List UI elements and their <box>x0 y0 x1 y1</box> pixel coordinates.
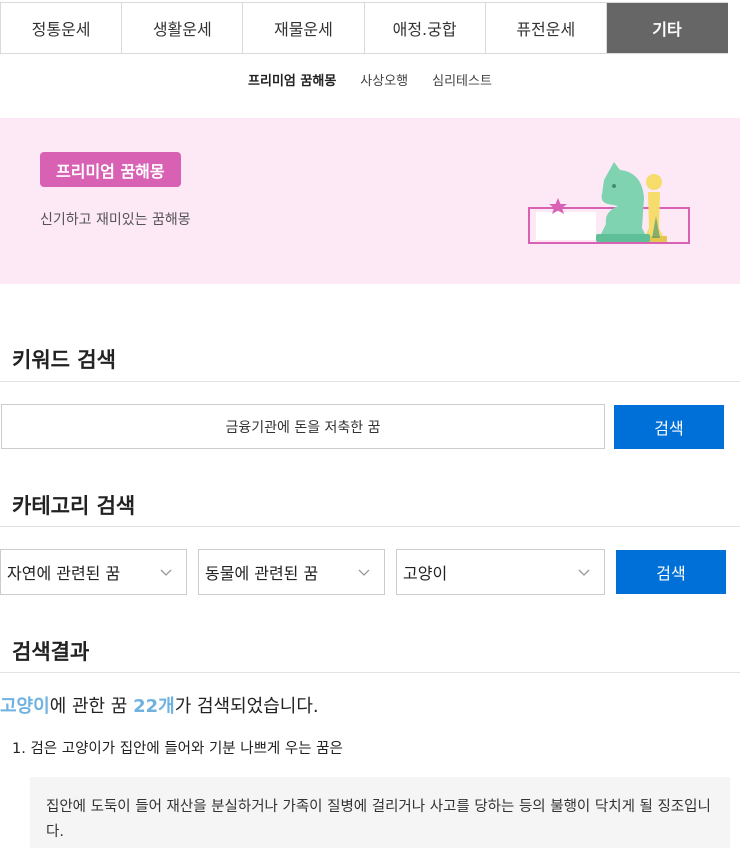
sub-nav: 프리미엄 꿈해몽 사상오행 심리테스트 <box>0 70 740 89</box>
tab-jaemul[interactable]: 재물운세 <box>243 3 365 53</box>
category-select-2-value: 동물에 관련된 꿈 <box>205 564 319 583</box>
category-select-1-value: 자연에 관련된 꿈 <box>7 564 121 583</box>
subnav-psych-test[interactable]: 심리테스트 <box>432 70 492 89</box>
subnav-premium-dream[interactable]: 프리미엄 꿈해몽 <box>248 70 336 89</box>
banner-description: 신기하고 재미있는 꿈해몽 <box>40 212 191 228</box>
chevron-down-icon <box>160 569 172 576</box>
category-select-1[interactable]: 자연에 관련된 꿈 <box>0 549 187 595</box>
tab-jeongtong[interactable]: 정통운세 <box>1 3 123 53</box>
category-select-2[interactable]: 동물에 관련된 꿈 <box>198 549 385 595</box>
section-divider <box>0 672 740 673</box>
result-item-title[interactable]: 1. 검은 고양이가 집안에 들어와 기분 나쁘게 우는 꿈은 <box>12 737 343 758</box>
section-divider <box>0 526 740 527</box>
result-summary: 고양이에 관한 꿈 22개가 검색되었습니다. <box>0 696 319 717</box>
tab-fusion[interactable]: 퓨전운세 <box>485 3 607 53</box>
subnav-sasang[interactable]: 사상오행 <box>360 70 408 89</box>
category-select-3[interactable]: 고양이 <box>396 549 605 595</box>
chevron-down-icon <box>578 569 590 576</box>
top-tab-bar: 정통운세 생활운세 재물운세 애정.궁합 퓨전운세 기타 <box>0 2 729 54</box>
chevron-down-icon <box>358 569 370 576</box>
result-count: 22개 <box>133 696 175 717</box>
result-keyword: 고양이 <box>0 696 50 717</box>
result-item-description: 집안에 도둑이 들어 재산을 분실하거나 가족이 질병에 걸리거나 사고를 당하… <box>30 777 730 848</box>
chess-pieces-illustration <box>528 162 690 244</box>
star-icon <box>549 198 567 214</box>
hero-banner: 프리미엄 꿈해몽 신기하고 재미있는 꿈해몽 <box>0 118 740 284</box>
category-search-title: 카테고리 검색 <box>2 490 170 522</box>
keyword-search-button[interactable]: 검색 <box>614 405 724 449</box>
tab-aejeong[interactable]: 애정.궁합 <box>364 3 486 53</box>
keyword-search-title: 키워드 검색 <box>2 344 146 376</box>
section-divider <box>0 381 740 382</box>
results-title: 검색결과 <box>2 636 118 668</box>
tab-saenghwal[interactable]: 생활운세 <box>122 3 244 53</box>
keyword-search-input[interactable]: 금융기관에 돈을 저축한 꿈 <box>1 404 605 449</box>
category-select-3-value: 고양이 <box>403 564 448 583</box>
tab-etc[interactable]: 기타 <box>606 3 729 53</box>
banner-badge: 프리미엄 꿈해몽 <box>40 152 181 187</box>
category-search-button[interactable]: 검색 <box>616 550 726 594</box>
